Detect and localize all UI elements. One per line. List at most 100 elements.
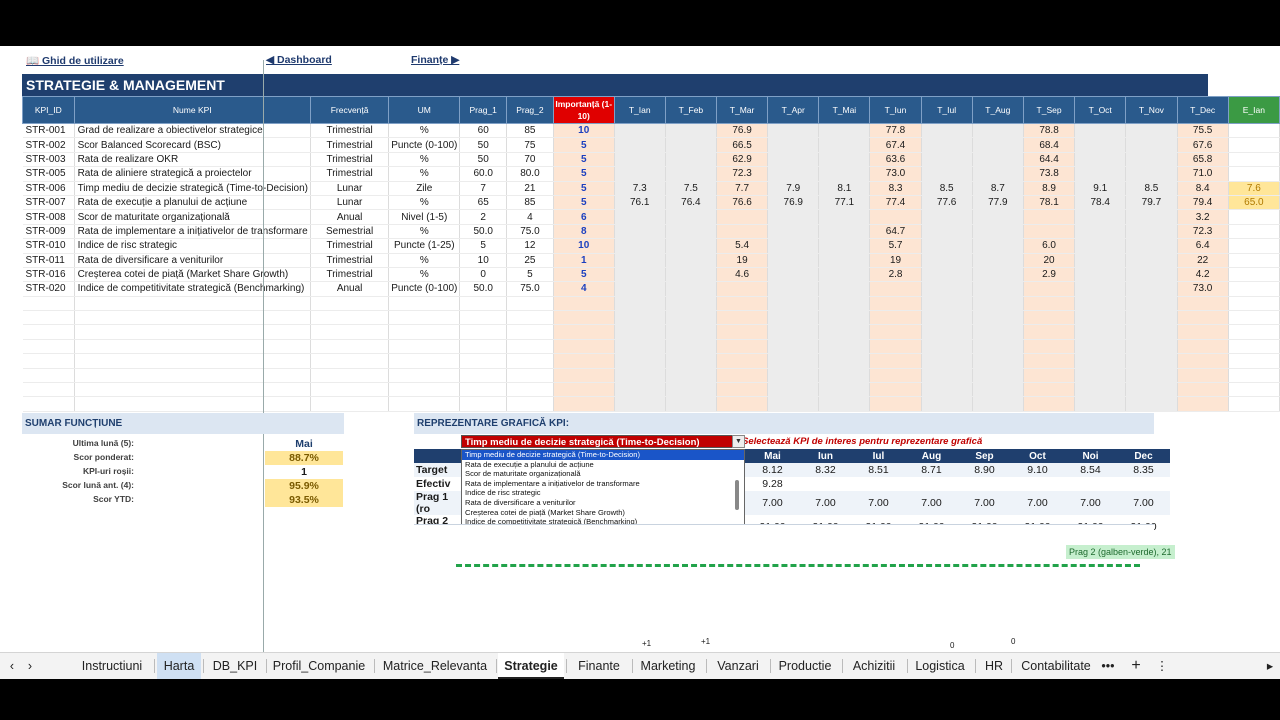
table-cell[interactable]: Trimestrial [310, 137, 390, 153]
table-row[interactable]: STR-002 Scor Balanced Scorecard (BSC) Trim… [22, 137, 1280, 153]
table-cell[interactable]: 8.7 [972, 181, 1024, 196]
table-cell[interactable] [665, 238, 717, 254]
table-cell[interactable] [869, 353, 922, 369]
table-cell[interactable] [767, 253, 820, 268]
table-cell[interactable] [614, 296, 666, 312]
table-cell[interactable] [614, 166, 666, 182]
table-cell[interactable] [1023, 382, 1076, 398]
table-cell[interactable] [22, 382, 75, 398]
table-cell[interactable] [767, 224, 820, 240]
table-cell[interactable]: 5 [553, 267, 615, 283]
table-cell[interactable]: STR-016 [22, 267, 75, 283]
table-cell[interactable] [459, 296, 508, 312]
table-cell[interactable] [1125, 382, 1178, 398]
tab-productie[interactable]: Productie [770, 653, 840, 679]
table-cell[interactable] [1228, 281, 1280, 297]
table-cell[interactable] [818, 339, 871, 355]
table-cell[interactable] [1228, 353, 1280, 369]
table-cell[interactable]: 6.4 [1177, 238, 1229, 254]
table-cell[interactable] [1177, 353, 1229, 369]
table-cell[interactable] [767, 152, 820, 168]
table-cell[interactable] [388, 396, 461, 412]
table-cell[interactable] [972, 339, 1024, 355]
table-cell[interactable]: 77.4 [869, 195, 922, 211]
table-cell[interactable] [869, 296, 922, 312]
table-cell[interactable] [74, 339, 312, 355]
table-cell[interactable]: 8.5 [1125, 181, 1178, 196]
table-cell[interactable] [716, 281, 769, 297]
table-row[interactable]: STR-020 Indice de competitivitate strateg… [22, 281, 1280, 297]
table-cell[interactable] [1228, 137, 1280, 153]
table-cell[interactable] [972, 368, 1024, 384]
chevron-down-icon[interactable]: ▼ [732, 435, 745, 448]
table-cell[interactable] [972, 324, 1024, 340]
table-cell[interactable] [716, 353, 769, 369]
table-cell[interactable] [767, 324, 820, 340]
table-cell[interactable]: 65.8 [1177, 152, 1229, 168]
table-cell[interactable] [921, 353, 973, 369]
table-cell[interactable] [665, 339, 717, 355]
table-cell[interactable] [921, 281, 973, 297]
table-cell[interactable]: 68.4 [1023, 137, 1076, 153]
table-cell[interactable] [1023, 353, 1076, 369]
table-cell[interactable]: 7.9 [767, 181, 820, 196]
table-cell[interactable] [1125, 123, 1178, 139]
more-icon[interactable]: ••• [1098, 653, 1118, 679]
table-cell[interactable] [767, 123, 820, 139]
table-cell[interactable]: 8.1 [818, 181, 871, 196]
table-cell[interactable] [614, 368, 666, 384]
table-cell[interactable]: 50 [459, 137, 508, 153]
table-cell[interactable]: 80.0 [506, 166, 554, 182]
table-cell[interactable] [74, 396, 312, 412]
table-cell[interactable] [972, 166, 1024, 182]
table-cell[interactable] [1023, 224, 1076, 240]
table-cell[interactable] [614, 339, 666, 355]
table-cell[interactable] [388, 353, 461, 369]
table-cell[interactable] [1074, 209, 1127, 225]
table-cell[interactable] [665, 152, 717, 168]
table-cell[interactable]: 78.8 [1023, 123, 1076, 139]
dropdown-option[interactable]: Timp mediu de decizie strategică (Time-t… [462, 450, 744, 460]
empty-row[interactable] [22, 368, 1280, 384]
table-cell[interactable]: 72.3 [1177, 224, 1229, 240]
table-cell[interactable] [818, 368, 871, 384]
table-cell[interactable] [921, 253, 973, 268]
table-cell[interactable] [1023, 310, 1076, 326]
table-cell[interactable] [1023, 281, 1076, 297]
table-cell[interactable] [921, 123, 973, 139]
table-cell[interactable] [818, 238, 871, 254]
table-cell[interactable] [1023, 296, 1076, 312]
table-cell[interactable] [388, 324, 461, 340]
table-cell[interactable] [767, 396, 820, 412]
table-cell[interactable]: 71.0 [1177, 166, 1229, 182]
table-cell[interactable] [459, 324, 508, 340]
table-cell[interactable] [310, 353, 390, 369]
tab-strategie[interactable]: Strategie [498, 653, 564, 679]
table-cell[interactable]: 3.2 [1177, 209, 1229, 225]
empty-row[interactable] [22, 339, 1280, 355]
table-cell[interactable] [388, 310, 461, 326]
table-cell[interactable] [665, 296, 717, 312]
table-cell[interactable] [972, 152, 1024, 168]
table-cell[interactable] [506, 368, 554, 384]
table-cell[interactable]: 76.1 [614, 195, 666, 211]
table-cell[interactable]: 5.7 [869, 238, 922, 254]
table-cell[interactable]: 4.2 [1177, 267, 1229, 283]
table-cell[interactable]: % [388, 253, 461, 268]
tab-achizitii[interactable]: Achizitii [843, 653, 905, 679]
table-cell[interactable] [614, 310, 666, 326]
table-cell[interactable]: Scor de maturitate organizațională [74, 209, 312, 225]
table-cell[interactable] [74, 382, 312, 398]
table-cell[interactable] [869, 368, 922, 384]
table-cell[interactable]: Scor Balanced Scorecard (BSC) [74, 137, 312, 153]
table-cell[interactable] [767, 353, 820, 369]
table-cell[interactable]: 5 [553, 166, 615, 182]
table-cell[interactable]: 60.0 [459, 166, 508, 182]
table-cell[interactable] [1074, 137, 1127, 153]
table-cell[interactable] [614, 152, 666, 168]
tab-matrice_relevanta[interactable]: Matrice_Relevanta [376, 653, 494, 679]
table-cell[interactable] [614, 238, 666, 254]
tab-contabilitate[interactable]: Contabilitate [1015, 653, 1097, 679]
table-cell[interactable]: STR-011 [22, 253, 75, 268]
table-cell[interactable]: 10 [553, 238, 615, 254]
